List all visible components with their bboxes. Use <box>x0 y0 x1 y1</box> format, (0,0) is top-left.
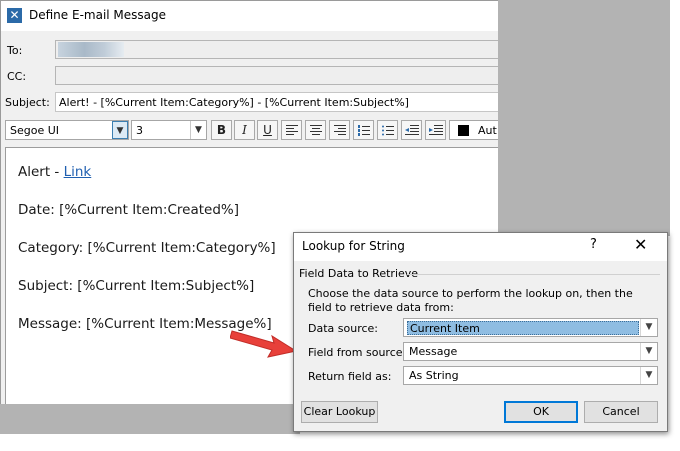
editor-line-date: Date: [%Current Item:Created%] <box>18 202 239 218</box>
field-from-source-label: Field from source: <box>308 346 407 359</box>
outdent-icon <box>404 125 419 135</box>
outdent-button[interactable] <box>401 120 422 140</box>
align-center-icon <box>309 125 322 135</box>
redacted-recipient <box>58 42 124 57</box>
data-source-value: Current Item <box>407 321 639 335</box>
bullet-list-icon <box>381 125 394 136</box>
subject-label: Subject: <box>5 96 50 109</box>
font-family-select[interactable]: Segoe UI ▼ <box>5 120 129 140</box>
indent-button[interactable] <box>425 120 446 140</box>
italic-button[interactable]: I <box>234 120 255 140</box>
app-icon: ✕ <box>7 8 22 23</box>
dialog-description: Choose the data source to perform the lo… <box>308 287 633 314</box>
data-source-label: Data source: <box>308 322 378 335</box>
color-swatch <box>458 125 469 136</box>
alert-prefix: Alert - <box>18 164 64 180</box>
chevron-down-icon[interactable]: ▼ <box>640 343 657 360</box>
chevron-down-icon[interactable]: ▼ <box>112 121 128 139</box>
help-icon[interactable]: ? <box>590 237 597 252</box>
clear-lookup-button[interactable]: Clear Lookup <box>301 401 378 423</box>
field-from-source-select[interactable]: Message ▼ <box>403 342 658 361</box>
dialog-title: Lookup for String <box>302 239 405 253</box>
subject-value: Alert! - [%Current Item:Category%] - [%C… <box>59 96 409 109</box>
indent-icon <box>428 125 443 135</box>
window-titlebar: ✕ Define E-mail Message <box>1 1 499 31</box>
numbered-list-button[interactable] <box>353 120 374 140</box>
to-field[interactable] <box>55 40 499 59</box>
editor-line-subject: Subject: [%Current Item:Subject%] <box>18 278 255 294</box>
font-size-select[interactable]: 3 ▼ <box>131 120 207 140</box>
window-title: Define E-mail Message <box>29 8 167 22</box>
subject-field[interactable]: Alert! - [%Current Item:Category%] - [%C… <box>55 92 499 112</box>
field-from-source-value: Message <box>409 345 458 358</box>
align-right-button[interactable] <box>329 120 350 140</box>
align-right-icon <box>333 125 346 135</box>
chevron-down-icon[interactable]: ▼ <box>640 367 657 384</box>
alert-link[interactable]: Link <box>64 164 92 180</box>
bullet-list-button[interactable] <box>377 120 398 140</box>
lookup-dialog: Lookup for String ? ✕ Field Data to Retr… <box>293 232 668 432</box>
underline-button[interactable]: U <box>257 120 278 140</box>
group-label: Field Data to Retrieve <box>299 267 419 280</box>
to-label: To: <box>7 44 23 57</box>
dialog-titlebar: Lookup for String ? ✕ <box>294 233 667 261</box>
cancel-button[interactable]: Cancel <box>584 401 658 423</box>
font-color-select[interactable]: Aut <box>449 120 499 140</box>
red-arrow-icon <box>230 330 298 358</box>
bold-button[interactable]: B <box>211 120 232 140</box>
torn-edge-cover <box>498 0 670 236</box>
torn-edge-cover-bottom <box>0 404 300 434</box>
return-field-label: Return field as: <box>308 370 392 383</box>
align-left-button[interactable] <box>281 120 302 140</box>
editor-line-alert: Alert - Link <box>18 164 91 180</box>
font-family-value: Segoe UI <box>10 124 60 137</box>
numbered-list-icon <box>357 125 370 136</box>
return-field-select[interactable]: As String ▼ <box>403 366 658 385</box>
cc-label: CC: <box>7 70 27 83</box>
align-center-button[interactable] <box>305 120 326 140</box>
chevron-down-icon[interactable]: ▼ <box>640 319 657 336</box>
font-color-value: Aut <box>478 124 497 137</box>
chevron-down-icon[interactable]: ▼ <box>190 121 206 139</box>
cc-field[interactable] <box>55 66 499 85</box>
data-source-select[interactable]: Current Item ▼ <box>403 318 658 337</box>
group-divider <box>407 274 660 275</box>
ok-button[interactable]: OK <box>504 401 578 423</box>
align-left-icon <box>285 125 298 135</box>
close-icon[interactable]: ✕ <box>634 235 647 254</box>
editor-line-category: Category: [%Current Item:Category%] <box>18 240 276 256</box>
return-field-value: As String <box>409 369 459 382</box>
font-size-value: 3 <box>136 124 143 137</box>
